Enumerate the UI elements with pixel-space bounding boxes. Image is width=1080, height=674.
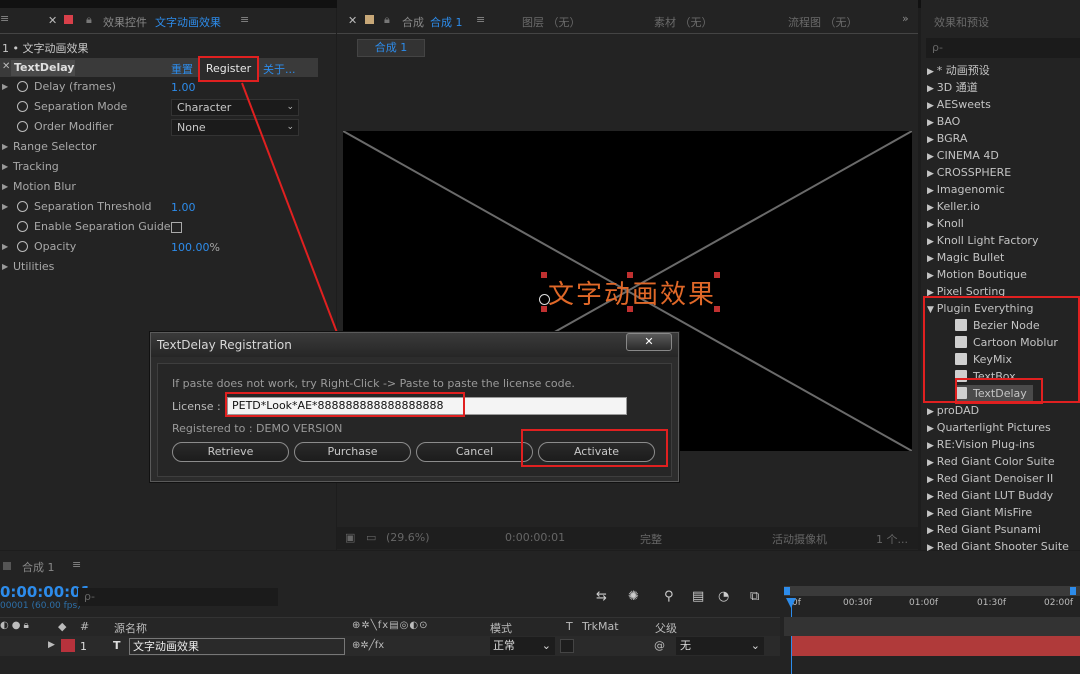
license-label: License : [172,400,221,413]
comp-mini-flowchart-icon[interactable]: ⇆ [596,589,607,604]
frame-blend-icon[interactable]: ▤ [692,589,704,604]
col-mode[interactable]: 模式 [490,620,512,636]
license-highlight [225,392,465,417]
col-t: T [566,620,573,633]
retrieve-button[interactable]: Retrieve [172,442,289,462]
draft-3d-icon[interactable]: ✺ [628,589,639,604]
chevron-down-icon: ⌄ [750,639,760,652]
graph-editor-icon[interactable]: ⧉ [750,589,759,604]
work-area-end[interactable] [1070,587,1076,595]
layer-switches[interactable]: ⊕✲╱fx [352,640,384,651]
switches-icons[interactable]: ⊕✲╲fx▤◎◐⊙ [352,620,429,631]
layer-name[interactable]: 文字动画效果 [129,638,345,655]
col-number: # [80,620,90,633]
col-source-name[interactable]: 源名称 [114,620,147,636]
dialog-close-button[interactable]: ✕ [626,333,672,351]
dialog-hint: If paste does not work, try Right-Click … [172,377,575,390]
trkmat-select[interactable] [560,639,574,653]
col-trkmat[interactable]: TrkMat [582,620,619,633]
text-layer-icon: T [113,639,121,652]
timeline-color-icon [3,562,11,570]
timeline-search-input[interactable]: ρ- [78,588,278,606]
parent-select[interactable]: 无 ⌄ [676,637,764,655]
timeline-tab[interactable]: 合成 1 [22,559,55,575]
registration-dialog: TextDelay Registration ✕ If paste does n… [150,332,679,482]
timeline-fps: 00001 (60.00 fps) [0,601,81,611]
cancel-button[interactable]: Cancel [416,442,533,462]
layer-number: 1 [80,640,87,653]
expand-triangle-icon[interactable]: ▶ [48,640,55,650]
layer-duration-bar[interactable] [792,636,1080,656]
activate-highlight [521,429,668,467]
ruler-tick: 02:00f [1044,598,1074,608]
chevron-down-icon: ⌄ [541,639,551,652]
work-area-bar[interactable] [784,586,1080,596]
track-header-area [784,617,1080,636]
blend-mode-select[interactable]: 正常 ⌄ [490,637,555,655]
dialog-title: TextDelay Registration [157,338,292,352]
ruler-tick: 01:00f [909,598,939,608]
av-switch-icons[interactable]: ◐●🔒︎ [0,620,32,631]
col-parent[interactable]: 父级 [655,620,677,636]
layer-label-color[interactable] [61,639,75,652]
ruler-tick: 01:30f [977,598,1007,608]
tab-menu-icon[interactable]: ≡ [72,558,81,571]
registered-to: Registered to : DEMO VERSION [172,422,343,435]
label-icon[interactable]: ◆ [58,620,66,633]
motion-blur-icon[interactable]: ◔ [718,589,729,604]
ruler-tick: 00:30f [843,598,873,608]
shy-icon[interactable]: ⚲ [664,589,674,604]
work-area-start[interactable] [784,587,790,595]
purchase-button[interactable]: Purchase [294,442,411,462]
pickwhip-icon[interactable]: @ [654,639,665,652]
